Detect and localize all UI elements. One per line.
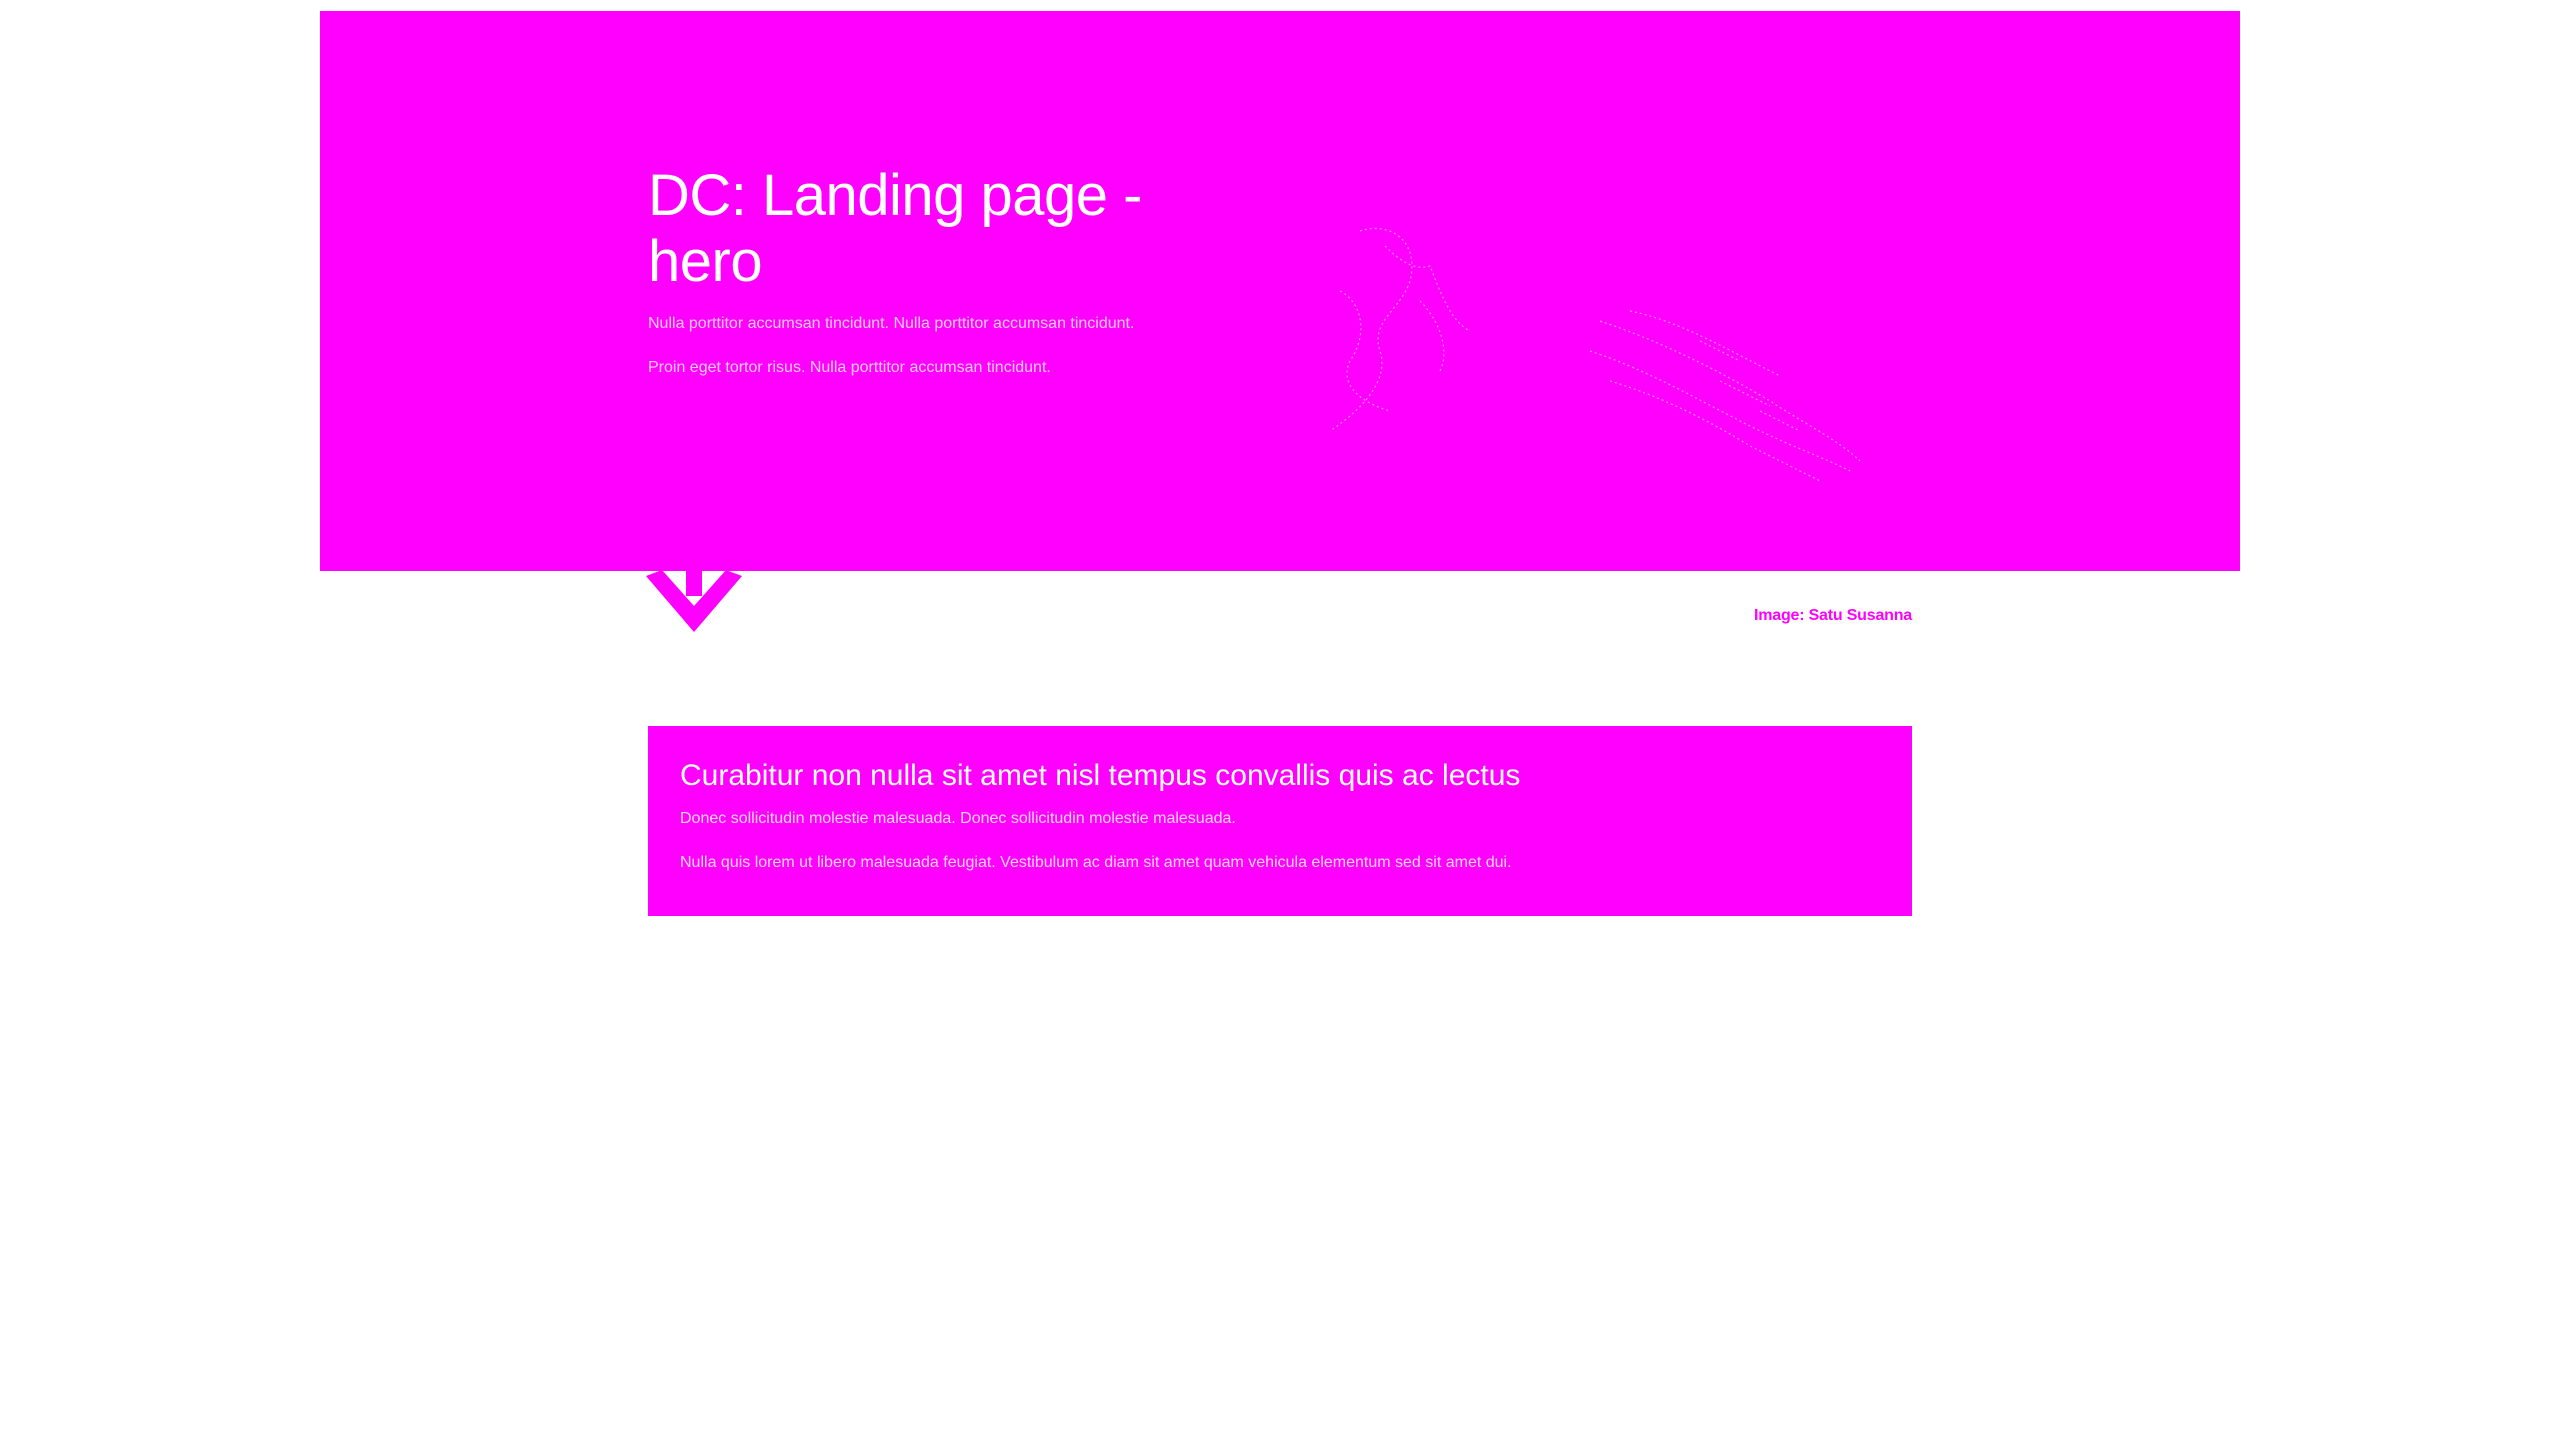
chevron-down-icon[interactable] (646, 570, 742, 634)
image-caption: Image: Satu Susanna (1753, 607, 1912, 624)
page: DC: Landing page - hero Nulla porttitor … (0, 0, 2560, 1440)
info-box-paragraph-2: Nulla quis lorem ut libero malesuada feu… (680, 854, 1512, 871)
hero-paragraph-2: Proin eget tortor risus. Nulla porttitor… (648, 359, 1051, 376)
hero-illustration (1329, 227, 1861, 482)
info-box: Curabitur non nulla sit amet nisl tempus… (648, 726, 1912, 916)
wave-divider (320, 545, 2240, 559)
info-box-title: Curabitur non nulla sit amet nisl tempus… (680, 759, 1521, 792)
hero-content: DC: Landing page - hero Nulla porttitor … (648, 163, 1268, 379)
hero-paragraph-1: Nulla porttitor accumsan tincidunt. Null… (648, 315, 1135, 332)
info-box-paragraph-1: Donec sollicitudin molestie malesuada. D… (680, 810, 1236, 827)
hero-section: DC: Landing page - hero Nulla porttitor … (320, 11, 2240, 571)
hero-title: DC: Landing page - hero (648, 163, 1143, 294)
